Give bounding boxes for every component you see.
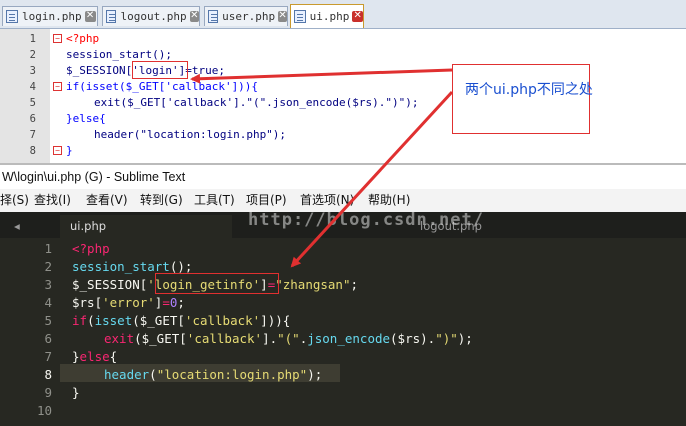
arrow-to-top-highlight (190, 68, 453, 84)
annotation-arrows (190, 68, 454, 268)
arrow-to-bottom-highlight (290, 90, 454, 268)
